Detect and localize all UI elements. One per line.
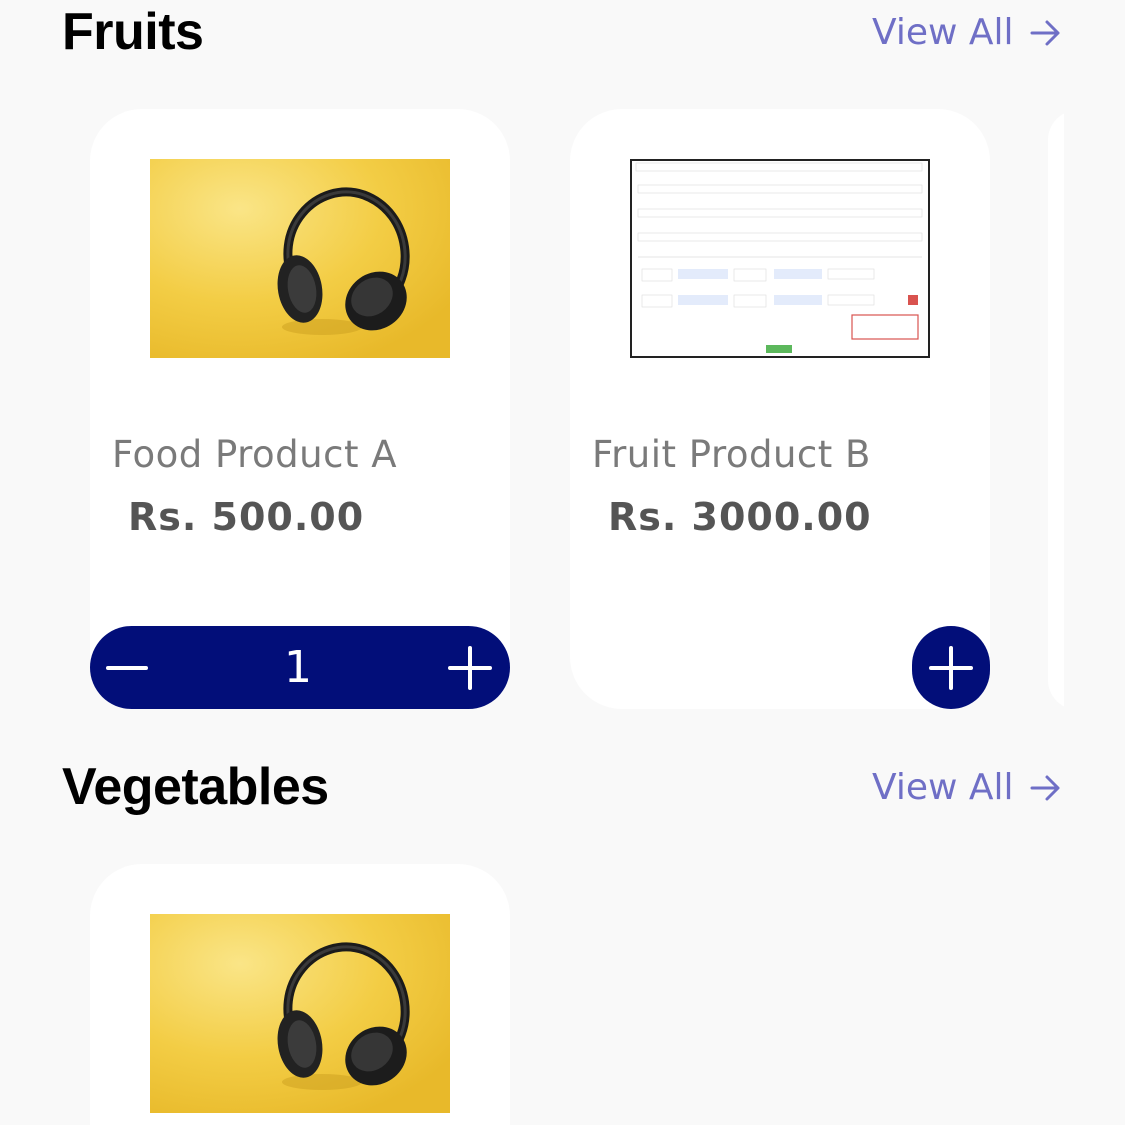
product-name: Food Product A [112,433,398,476]
plus-icon [929,645,973,690]
decrement-button[interactable] [106,647,148,689]
arrow-right-icon [1030,20,1060,45]
minus-icon [106,665,148,670]
view-all-vegetables-link[interactable]: View All [872,767,1062,808]
view-all-label: View All [872,12,1014,53]
product-card[interactable]: Fruit Product B Rs. 3000.00 [570,109,990,709]
add-to-cart-button[interactable] [912,626,990,709]
view-all-label: View All [872,767,1014,808]
product-card[interactable]: Food Product A Rs. 500.00 1 [90,109,510,709]
product-price: Rs. 500.00 [128,495,365,539]
increment-button[interactable] [448,645,492,690]
product-card[interactable] [90,864,510,1125]
product-name: Fruit Product B [592,433,871,476]
quantity-value: 1 [284,642,312,693]
arrow-right-icon [1030,775,1060,800]
product-image [150,914,450,1113]
product-image [630,159,930,358]
section-title-fruits: Fruits [62,3,204,61]
product-price: Rs. 3000.00 [608,495,872,539]
section-title-vegetables: Vegetables [62,758,329,816]
product-image [150,159,450,358]
plus-icon [448,645,492,690]
quantity-stepper: 1 [90,626,510,709]
view-all-fruits-link[interactable]: View All [872,12,1062,53]
